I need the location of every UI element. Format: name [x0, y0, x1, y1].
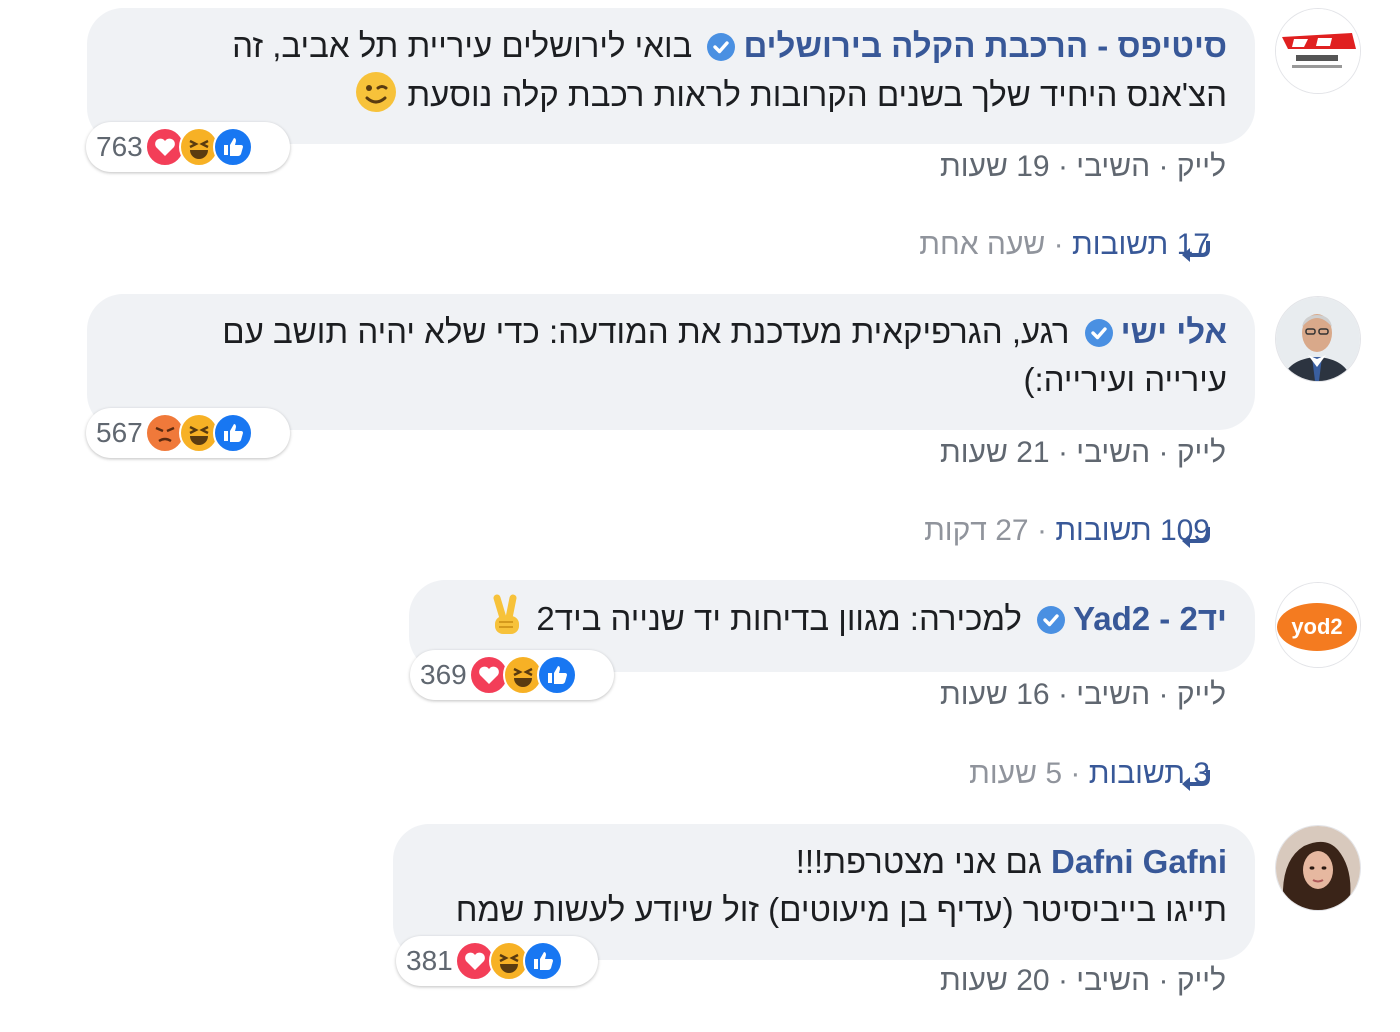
replies-time: שעה אחת: [919, 228, 1046, 261]
view-replies-link[interactable]: 17 תשובות · שעה אחת: [919, 228, 1210, 262]
comment-text: תייגו בייביסיטר (עדיף בן מיעוטים) זול שי…: [455, 891, 1227, 928]
comment-time[interactable]: 19 שעות: [940, 150, 1050, 183]
reaction-count: 567: [96, 417, 143, 448]
like-link[interactable]: לייק: [1177, 964, 1226, 997]
verified-badge-icon: [1084, 319, 1113, 347]
reactions-summary[interactable]: 763: [86, 122, 290, 172]
comment-author[interactable]: סיטיפס - הרכבת הקלה בירושלים: [743, 27, 1227, 64]
comment-text: גם אני מצטרפת!!!: [795, 843, 1042, 880]
victory-hand-icon: [487, 594, 527, 651]
replies-count[interactable]: 109 תשובות: [1055, 514, 1210, 547]
replies-time: 5 שעות: [969, 757, 1062, 790]
reaction-count: 763: [96, 131, 143, 162]
comment-author[interactable]: Dafni Gafni: [1051, 843, 1227, 880]
like-link[interactable]: לייק: [1177, 678, 1226, 711]
separator: ·: [1158, 678, 1169, 711]
separator: ·: [1053, 228, 1064, 261]
verified-badge-icon: [707, 33, 736, 61]
logo-text: yod2: [1291, 614, 1342, 639]
separator: ·: [1057, 436, 1068, 469]
separator: ·: [1057, 150, 1068, 183]
winking-face-icon: [354, 70, 398, 127]
comment-line: סיטיפס - הרכבת הקלה בירושלים בואי לירושל…: [115, 22, 1227, 70]
comment-line: יד2 - Yad2 למכירה: מגוון בדיחות יד שנייה…: [437, 594, 1227, 651]
avatar[interactable]: yod2: [1275, 582, 1361, 668]
comment-text: הצ'אנס היחיד שלך בשנים הקרובות לראות רכב…: [407, 76, 1227, 113]
comment-line: Dafni Gafni גם אני מצטרפת!!!: [421, 838, 1227, 886]
avatar[interactable]: [1275, 825, 1361, 911]
comment-text: בואי לירושלים עיריית תל אביב, זה: [232, 27, 693, 64]
view-replies-link[interactable]: 3 תשובות · 5 שעות: [969, 757, 1210, 791]
comment-text: עירייה ועירייה:): [1023, 361, 1227, 398]
separator: ·: [1057, 964, 1068, 997]
reactions-summary[interactable]: 369: [410, 650, 614, 700]
comment-line: הצ'אנס היחיד שלך בשנים הקרובות לראות רכב…: [115, 70, 1227, 127]
separator: ·: [1036, 514, 1047, 547]
separator: ·: [1158, 150, 1169, 183]
separator: ·: [1158, 964, 1169, 997]
reply-link[interactable]: השיבי: [1076, 678, 1150, 711]
comment-actions: לייק · השיבי · 21 שעות: [940, 436, 1226, 470]
like-reaction-icon: [536, 655, 577, 695]
comment-actions: לייק · השיבי · 16 שעות: [940, 678, 1226, 712]
replies-count[interactable]: 17 תשובות: [1072, 228, 1210, 261]
comment-author[interactable]: יד2 - Yad2: [1073, 600, 1227, 637]
reply-link[interactable]: השיבי: [1076, 436, 1150, 469]
comment-time[interactable]: 21 שעות: [940, 436, 1050, 469]
comment-actions: לייק · השיבי · 19 שעות: [940, 150, 1226, 184]
like-reaction-icon: [522, 941, 563, 981]
comment-author[interactable]: אלי ישי: [1121, 313, 1227, 350]
reaction-count: 381: [406, 945, 453, 976]
reply-link[interactable]: השיבי: [1076, 964, 1150, 997]
view-replies-link[interactable]: 109 תשובות · 27 דקות: [924, 514, 1210, 548]
like-link[interactable]: לייק: [1177, 436, 1226, 469]
comment-text: רגע, הגרפיקאית מעדכנת את המודעה: כדי שלא…: [222, 313, 1070, 350]
reactions-summary[interactable]: 381: [396, 936, 598, 986]
user-photo-icon: [1276, 826, 1360, 910]
comment-time[interactable]: 16 שעות: [940, 678, 1050, 711]
citypass-logo-icon: [1276, 9, 1360, 93]
reply-link[interactable]: השיבי: [1076, 150, 1150, 183]
comment-line: תייגו בייביסיטר (עדיף בן מיעוטים) זול שי…: [421, 886, 1227, 934]
avatar[interactable]: [1275, 8, 1361, 94]
avatar[interactable]: [1275, 296, 1361, 382]
yad2-logo-icon: yod2: [1276, 583, 1360, 667]
like-reaction-icon: [212, 413, 253, 453]
separator: ·: [1070, 757, 1081, 790]
comment-line: אלי ישי רגע, הגרפיקאית מעדכנת את המודעה:…: [115, 308, 1227, 356]
like-link[interactable]: לייק: [1177, 150, 1226, 183]
reactions-summary[interactable]: 567: [86, 408, 290, 458]
verified-badge-icon: [1037, 606, 1066, 634]
replies-time: 27 דקות: [924, 514, 1029, 547]
separator: ·: [1057, 678, 1068, 711]
replies-count[interactable]: 3 תשובות: [1089, 757, 1210, 790]
comment-actions: לייק · השיבי · 20 שעות: [940, 964, 1226, 998]
like-reaction-icon: [212, 127, 253, 167]
reaction-count: 369: [420, 659, 467, 690]
comment-time[interactable]: 20 שעות: [940, 964, 1050, 997]
comment-text: למכירה: מגוון בדיחות יד שנייה ביד2: [536, 600, 1022, 637]
comment-line: עירייה ועירייה:): [115, 356, 1227, 404]
separator: ·: [1158, 436, 1169, 469]
user-photo-icon: [1276, 297, 1360, 381]
